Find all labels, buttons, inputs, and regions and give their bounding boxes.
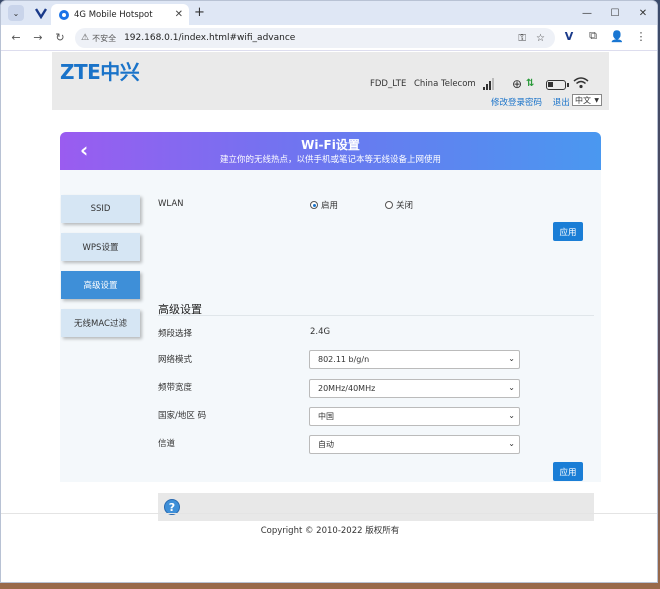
country-value: 中国 xyxy=(318,412,334,421)
extension-v-icon[interactable]: V xyxy=(561,30,577,43)
channel-value: 自动 xyxy=(318,440,334,449)
browser-window: ⌄ 4G Mobile Hotspot ✕ + — ☐ ✕ ← → ↻ ⚠ 不安… xyxy=(0,0,658,583)
zte-logo: ZTE中兴 xyxy=(60,60,140,84)
network-type: FDD_LTE xyxy=(370,79,407,89)
carrier-name: China Telecom xyxy=(414,79,476,89)
tab-close-icon[interactable]: ✕ xyxy=(175,9,183,20)
bandwidth-select[interactable]: 20MHz/40MHz ⌄ xyxy=(309,379,520,398)
chevron-down-icon: ⌄ xyxy=(508,439,515,448)
tab-favicon-icon xyxy=(59,9,69,20)
bandwidth-label: 频带宽度 xyxy=(158,383,193,393)
band-value: 2.4G xyxy=(310,327,331,337)
forward-arrow-icon[interactable]: → xyxy=(27,31,49,44)
logout-link[interactable]: 退出 xyxy=(553,98,570,108)
sidebar-item-advanced[interactable]: 高级设置 xyxy=(61,271,140,299)
mode-select[interactable]: 802.11 b/g/n ⌄ xyxy=(309,350,520,369)
language-select[interactable]: 中文 ▼ xyxy=(572,94,602,106)
signal-strength-icon xyxy=(483,78,495,90)
page-banner: ‹ Wi-Fi设置 建立你的无线热点，以供手机或笔记本等无线设备上网使用 xyxy=(60,132,601,170)
header-links: 修改登录密码 退出 xyxy=(491,96,578,108)
mode-label: 网络模式 xyxy=(158,355,193,365)
extensions-puzzle-icon[interactable]: ⧉ xyxy=(585,29,601,43)
wlan-enable-label: 启用 xyxy=(321,201,339,211)
advanced-apply-button[interactable]: 应用 xyxy=(553,462,583,481)
toolbar-right: V ⧉ 👤 ⋮ xyxy=(561,29,649,43)
copyright-text: Copyright © 2010-2022 版权所有 xyxy=(260,526,400,536)
country-select[interactable]: 中国 ⌄ xyxy=(309,407,520,426)
bandwidth-row: 频带宽度 20MHz/40MHz ⌄ xyxy=(158,379,594,399)
new-tab-icon[interactable]: + xyxy=(194,5,205,20)
back-arrow-icon[interactable]: ← xyxy=(5,31,27,44)
channel-label: 信道 xyxy=(158,439,176,449)
browser-toolbar: ← → ↻ ⚠ 不安全 192.168.0.1/index.html#wifi_… xyxy=(1,25,657,51)
address-bar[interactable]: ⚠ 不安全 192.168.0.1/index.html#wifi_advanc… xyxy=(75,28,555,48)
sidebar-item-ssid[interactable]: SSID xyxy=(61,195,140,223)
bandwidth-value: 20MHz/40MHz xyxy=(318,384,376,393)
page-subtitle: 建立你的无线热点，以供手机或笔记本等无线设备上网使用 xyxy=(219,155,441,165)
chevron-down-icon: ⌄ xyxy=(508,411,515,420)
reload-icon[interactable]: ↻ xyxy=(49,31,71,44)
page-title: Wi-Fi设置 xyxy=(301,138,360,152)
wlan-label: WLAN xyxy=(158,199,184,209)
radio-selected-icon xyxy=(310,201,318,209)
country-row: 国家/地区 码 中国 ⌄ xyxy=(158,407,594,427)
footer-divider xyxy=(1,513,657,514)
window-close-icon[interactable]: ✕ xyxy=(629,1,657,25)
settings-panel: SSID WPS设置 高级设置 无线MAC过滤 WLAN 启用 关闭 应用 高级… xyxy=(60,170,601,521)
window-controls: — ☐ ✕ xyxy=(573,1,657,25)
web-page: ZTE中兴 FDD_LTE China Telecom ⊕ ⇅ 修改登录密码 退… xyxy=(1,52,657,582)
channel-select[interactable]: 自动 ⌄ xyxy=(309,435,520,454)
tab-strip: ⌄ 4G Mobile Hotspot ✕ + — ☐ ✕ xyxy=(1,1,657,25)
wlan-enable-radio[interactable]: 启用 xyxy=(310,199,338,211)
language-value: 中文 xyxy=(575,95,591,105)
password-key-icon[interactable]: ⚿ xyxy=(518,33,526,44)
section-divider xyxy=(158,315,594,316)
data-transfer-icon: ⇅ xyxy=(526,78,535,89)
sidebar-item-mac-filter[interactable]: 无线MAC过滤 xyxy=(61,309,140,337)
band-row: 频段选择 2.4G xyxy=(158,325,594,345)
sidebar-nav: SSID WPS设置 高级设置 无线MAC过滤 xyxy=(61,195,141,347)
browser-logo-icon xyxy=(34,6,48,20)
battery-icon xyxy=(546,80,569,90)
radio-unselected-icon xyxy=(385,201,393,209)
url-text[interactable]: 192.168.0.1/index.html#wifi_advance xyxy=(124,33,518,43)
menu-dots-icon[interactable]: ⋮ xyxy=(633,30,649,43)
browser-tab[interactable]: 4G Mobile Hotspot ✕ xyxy=(51,4,189,25)
help-bar: ? xyxy=(158,493,594,521)
chevron-down-icon: ⌄ xyxy=(508,383,515,392)
change-password-link[interactable]: 修改登录密码 xyxy=(491,98,542,108)
insecure-label: 不安全 xyxy=(92,33,117,43)
country-label: 国家/地区 码 xyxy=(158,411,207,421)
wifi-icon xyxy=(573,76,589,92)
chevron-down-icon: ⌄ xyxy=(508,354,515,363)
tab-search-icon[interactable]: ⌄ xyxy=(8,5,24,21)
band-label: 频段选择 xyxy=(158,329,193,339)
internet-globe-icon: ⊕ xyxy=(512,77,523,91)
sidebar-item-wps[interactable]: WPS设置 xyxy=(61,233,140,261)
chevron-down-icon: ▼ xyxy=(594,96,599,104)
profile-icon[interactable]: 👤 xyxy=(609,30,625,43)
minimize-icon[interactable]: — xyxy=(573,1,601,25)
mode-value: 802.11 b/g/n xyxy=(318,355,370,364)
router-header: ZTE中兴 FDD_LTE China Telecom ⊕ ⇅ 修改登录密码 退… xyxy=(52,52,609,110)
wlan-disable-label: 关闭 xyxy=(396,201,414,211)
maximize-icon[interactable]: ☐ xyxy=(601,1,629,25)
wlan-apply-button[interactable]: 应用 xyxy=(553,222,583,241)
wlan-disable-radio[interactable]: 关闭 xyxy=(385,199,413,211)
tab-title: 4G Mobile Hotspot xyxy=(74,9,153,20)
settings-form: WLAN 启用 关闭 应用 高级设置 频段选择 2.4G 网络模式 802.11… xyxy=(158,170,594,521)
warning-icon[interactable]: ⚠ xyxy=(81,33,89,43)
channel-row: 信道 自动 ⌄ xyxy=(158,435,594,455)
mode-row: 网络模式 802.11 b/g/n ⌄ xyxy=(158,350,594,371)
wlan-row: WLAN 启用 关闭 xyxy=(158,197,594,217)
bookmark-star-icon[interactable]: ☆ xyxy=(536,33,545,44)
